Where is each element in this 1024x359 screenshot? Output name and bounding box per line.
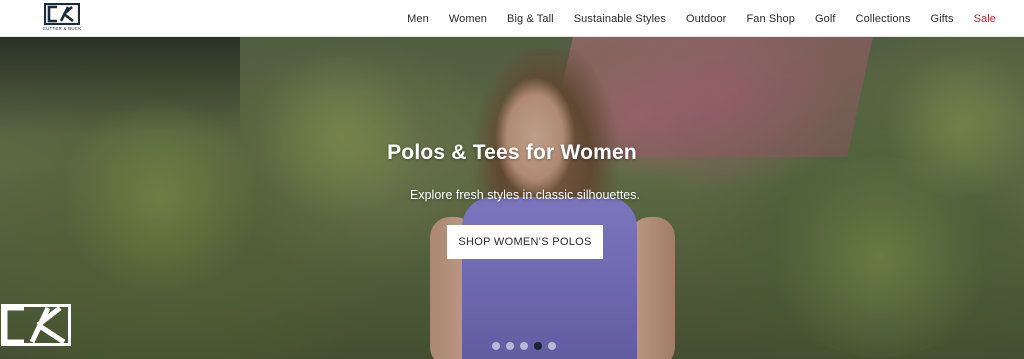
nav-golf[interactable]: Golf <box>805 13 846 25</box>
carousel-dot[interactable] <box>492 342 500 350</box>
cutter-buck-watermark-icon <box>1 304 71 346</box>
nav-gifts[interactable]: Gifts <box>920 13 963 25</box>
nav-collections[interactable]: Collections <box>846 13 921 25</box>
carousel-dot[interactable] <box>520 342 528 350</box>
hero-subtitle: Explore fresh styles in classic silhouet… <box>410 188 640 202</box>
nav-outdoor[interactable]: Outdoor <box>676 13 736 25</box>
carousel-dot[interactable] <box>548 342 556 350</box>
carousel-dot[interactable] <box>506 342 514 350</box>
brand-logo[interactable]: CUTTER & BUCK <box>40 3 84 33</box>
carousel-dot-active[interactable] <box>534 342 542 350</box>
carousel-dots <box>492 341 556 351</box>
nav-sustainable-styles[interactable]: Sustainable Styles <box>564 13 676 25</box>
hero-title: Polos & Tees for Women <box>387 141 637 164</box>
nav-big-tall[interactable]: Big & Tall <box>497 13 564 25</box>
main-nav: Men Women Big & Tall Sustainable Styles … <box>397 0 1006 37</box>
nav-fan-shop[interactable]: Fan Shop <box>736 13 805 25</box>
nav-women[interactable]: Women <box>439 13 497 25</box>
logo-wordmark: CUTTER & BUCK <box>42 26 82 31</box>
nav-sale[interactable]: Sale <box>964 13 1006 25</box>
hero-banner: Polos & Tees for Women Explore fresh sty… <box>0 37 1024 359</box>
cutter-buck-logo-icon <box>44 3 80 25</box>
nav-men[interactable]: Men <box>397 13 439 25</box>
shop-womens-polos-button[interactable]: SHOP WOMEN'S POLOS <box>447 225 603 259</box>
site-header: CUTTER & BUCK Men Women Big & Tall Susta… <box>0 0 1024 37</box>
